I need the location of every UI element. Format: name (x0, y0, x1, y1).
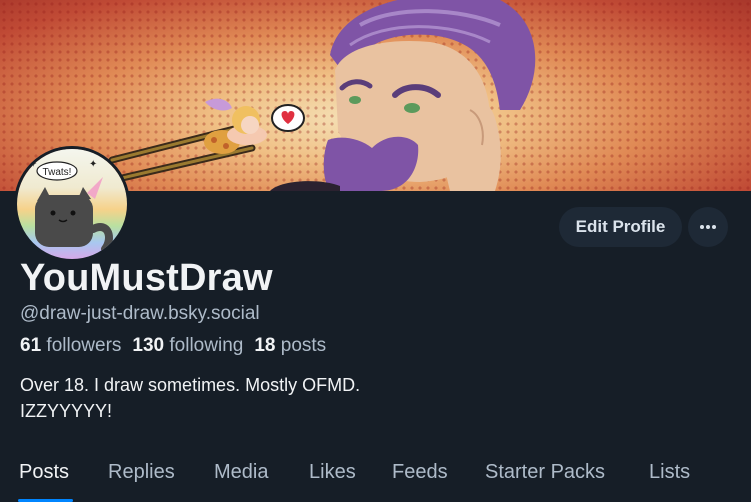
avatar-illustration: Twats! ✦ ✦ (17, 149, 127, 259)
bio-line: Over 18. I draw sometimes. Mostly OFMD. (20, 375, 361, 395)
posts-stat: 18 posts (254, 335, 326, 357)
display-name: YouMustDraw (20, 257, 273, 299)
profile-stats: 61 followers 130 following 18 posts (20, 335, 326, 357)
avatar-bubble-text: Twats! (43, 167, 72, 178)
tab-replies[interactable]: Replies (108, 461, 175, 484)
profile-tabs: Posts Replies Media Likes Feeds Starter … (0, 452, 751, 502)
following-label: following (169, 335, 244, 356)
followers-label: followers (46, 335, 122, 356)
bio-line: IZZYYYYY! (20, 401, 113, 421)
tab-likes[interactable]: Likes (309, 461, 356, 484)
tab-posts[interactable]: Posts (19, 461, 69, 484)
tab-media[interactable]: Media (214, 461, 268, 484)
profile-bio: Over 18. I draw sometimes. Mostly OFMD. … (20, 372, 360, 424)
ellipsis-icon (700, 225, 716, 229)
profile-avatar[interactable]: Twats! ✦ ✦ (14, 146, 130, 262)
edit-profile-button[interactable]: Edit Profile (559, 207, 682, 247)
followers-link[interactable]: 61 followers (20, 335, 121, 357)
tab-starter-packs[interactable]: Starter Packs (485, 461, 605, 484)
followers-count: 61 (20, 335, 42, 356)
following-count: 130 (132, 335, 165, 356)
following-link[interactable]: 130 following (132, 335, 243, 357)
posts-count: 18 (254, 335, 276, 356)
svg-text:✦: ✦ (89, 159, 97, 170)
tab-feeds[interactable]: Feeds (392, 461, 448, 484)
posts-label: posts (280, 335, 327, 356)
tab-lists[interactable]: Lists (649, 461, 690, 484)
profile-handle: @draw-just-draw.bsky.social (20, 303, 260, 324)
more-options-button[interactable] (688, 207, 728, 247)
